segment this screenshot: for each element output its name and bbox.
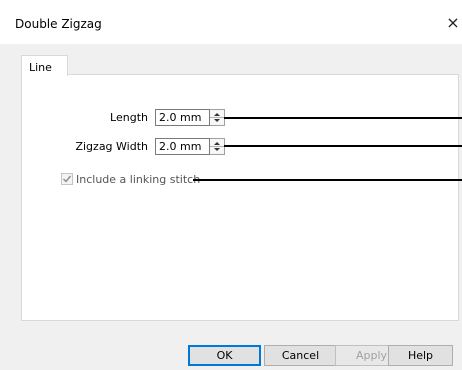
spin-up-icon [214, 142, 220, 145]
spin-up-icon [214, 113, 220, 116]
checkmark-icon [63, 175, 72, 183]
ok-button[interactable]: OK [188, 345, 261, 366]
close-icon[interactable]: × [444, 13, 462, 33]
tab-panel-line [21, 74, 459, 321]
title-bar: Double Zigzag × [0, 0, 462, 44]
help-button[interactable]: Help [388, 345, 453, 366]
linking-stitch-label: Include a linking stitch [76, 173, 201, 186]
tab-line[interactable]: Line [21, 55, 68, 76]
length-input[interactable]: 2.0 mm [155, 109, 210, 126]
zigzag-width-label: Zigzag Width [75, 140, 148, 153]
spin-down-icon [214, 148, 220, 151]
length-spinner[interactable] [210, 109, 225, 126]
window-title: Double Zigzag [15, 17, 102, 31]
zigzag-width-input[interactable]: 2.0 mm [155, 138, 210, 155]
callout-line [224, 145, 462, 147]
callout-line [224, 117, 462, 119]
length-value: 2.0 mm [159, 111, 202, 124]
zigzag-width-value: 2.0 mm [159, 140, 202, 153]
zigzag-width-spinner[interactable] [210, 138, 225, 155]
spin-down-icon [214, 119, 220, 122]
length-label: Length [110, 111, 148, 124]
linking-stitch-checkbox[interactable] [61, 173, 73, 185]
tab-line-label: Line [29, 61, 52, 74]
cancel-button[interactable]: Cancel [264, 345, 337, 366]
callout-line [193, 179, 462, 181]
